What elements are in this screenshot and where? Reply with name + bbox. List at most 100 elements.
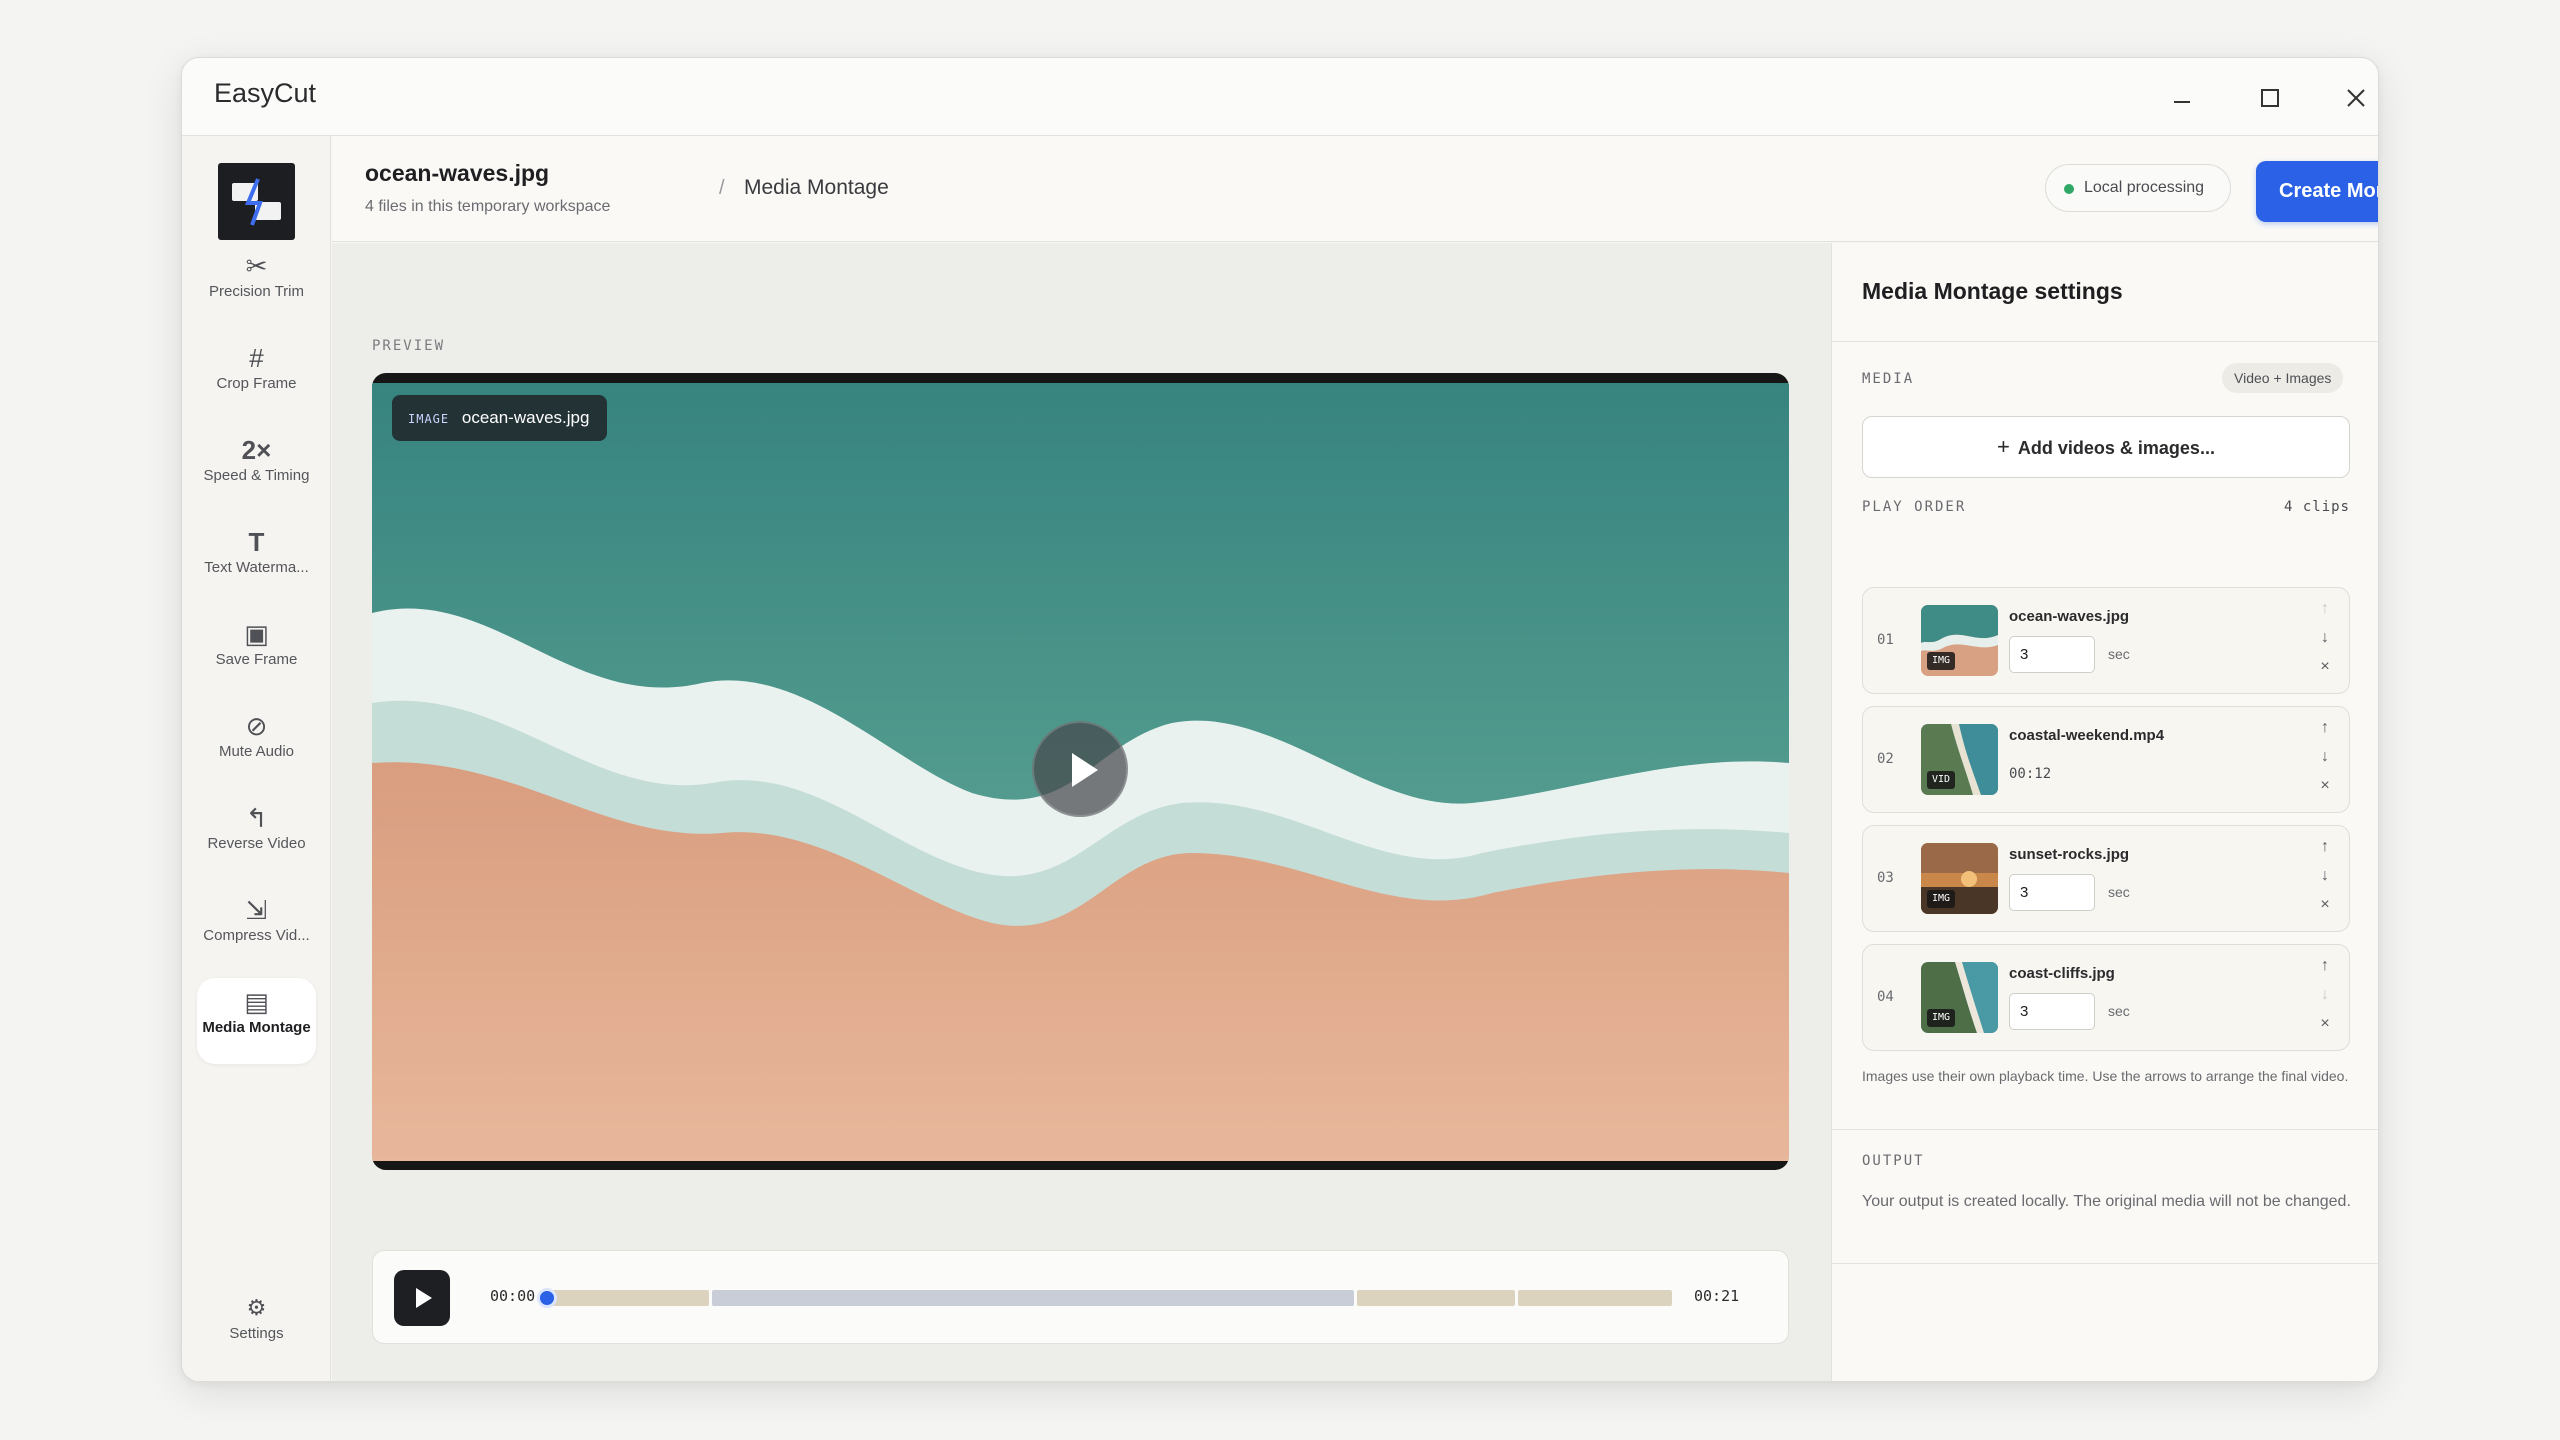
clip-name: coastal-weekend.mp4 [2009,727,2165,744]
clip-kind-badge: VID [1927,771,1956,789]
clip-duration-input[interactable]: 3 [2009,636,2095,673]
timeline-segment-coastal-weekend [712,1290,1354,1306]
clip-kind-badge: IMG [1927,890,1956,908]
tool-label: Speed & Timing [203,467,310,484]
tool-label: Precision Trim [208,283,305,300]
tool-sidebar: ✂ Precision Trim # Crop Frame 2× Speed &… [182,136,331,1381]
tool-speed-timing[interactable]: 2× Speed & Timing [197,426,316,512]
move-up-icon[interactable]: ↑ [2313,838,2337,856]
badge-label: Local processing [2084,179,2205,196]
timeline-track[interactable] [548,1290,1672,1306]
tool-label: Reverse Video [207,835,306,852]
add-media-button[interactable]: + Add videos & images... [1862,416,2350,478]
remove-clip-icon[interactable]: × [2313,896,2337,914]
remove-clip-icon[interactable]: × [2313,777,2337,795]
clip-row: 04 IMG coast-cliffs.jpg 3 sec ↑ ↓ × [1862,944,2350,1051]
montage-icon: ▤ [244,987,269,1017]
create-montage-button[interactable]: Create Montage ↗ [2256,161,2378,222]
tool-label: Mute Audio [218,743,295,760]
clip-number: 03 [1877,870,1894,886]
tool-label: Text Waterma... [204,559,309,576]
clip-number: 04 [1877,989,1894,1005]
play-order-note: Images use their own playback time. Use … [1862,1068,2349,1084]
workspace-header: ocean-waves.jpg 4 files in this temporar… [332,136,2378,242]
clip-thumbnail: VID [1921,724,1998,795]
reverse-icon: ↰ [245,803,268,833]
remove-clip-icon[interactable]: × [2313,658,2337,676]
remove-clip-icon[interactable]: × [2313,1015,2337,1033]
play-order-label: PLAY ORDER [1862,499,1967,515]
close-icon[interactable] [2334,76,2378,120]
timeline-segment-sunset-rocks [1357,1290,1515,1306]
tool-media-montage[interactable]: ▤ Media Montage [197,978,316,1064]
tool-reverse-video[interactable]: ↰ Reverse Video [197,794,316,880]
media-type-pill: Video + Images [2222,363,2344,393]
playback-controls: 00:00 00:21 [372,1250,1789,1344]
panel-title: Media Montage settings [1862,278,2123,304]
clip-row: 01 IMG ocean-waves.jpg 3 sec ↑ ↓ × [1862,587,2350,694]
frame-icon: ▣ [244,619,269,649]
crop-icon: # [249,343,264,373]
clip-kind-badge: IMG [1927,1009,1956,1027]
tool-precision-trim[interactable]: ✂ Precision Trim [197,242,316,328]
move-down-icon[interactable]: ↓ [2313,748,2337,766]
clip-thumbnail: IMG [1921,843,1998,914]
clip-name: sunset-rocks.jpg [2009,846,2130,863]
tool-crop-frame[interactable]: # Crop Frame [197,334,316,420]
play-button[interactable] [394,1270,450,1326]
settings-button[interactable]: ⚙ Settings [197,1284,316,1370]
tool-save-frame[interactable]: ▣ Save Frame [197,610,316,696]
move-down-icon[interactable]: ↓ [2313,629,2337,647]
move-up-icon[interactable]: ↑ [2313,957,2337,975]
tool-text-watermark[interactable]: T Text Waterma... [197,518,316,604]
duration-unit: sec [2108,646,2130,662]
minimize-icon[interactable] [2160,76,2204,120]
total-time: 00:21 [1694,1287,1740,1305]
tool-label: Crop Frame [216,375,297,392]
preview-media-tag: IMAGE ocean-waves.jpg [392,395,608,441]
local-processing-badge: Local processing [2045,164,2231,212]
clip-video-duration: 00:12 [2009,766,2052,782]
preview-area: PREVIEW IMAGE ocean-waves.jpg 00:00 00:2… [332,243,1831,1381]
status-dot-icon [2064,184,2074,194]
output-description: Your output is created locally. The orig… [1862,1193,2351,1210]
timeline-segment-ocean-waves [548,1290,709,1306]
panel-header: Media Montage settings [1832,243,2378,342]
title-bar: EasyCut [182,58,2378,136]
app-title: EasyCut [214,78,317,108]
clip-duration-input[interactable]: 3 [2009,874,2095,911]
clip-row: 02 VID coastal-weekend.mp4 00:12 ↑ ↓ × [1862,706,2350,813]
speed-icon: 2× [241,435,272,465]
current-time: 00:00 [490,1287,536,1305]
maximize-icon[interactable] [2248,76,2292,120]
media-player[interactable]: IMAGE ocean-waves.jpg [372,373,1789,1170]
clip-duration-input[interactable]: 3 [2009,993,2095,1030]
tool-label: Save Frame [215,651,298,668]
clip-number: 01 [1877,632,1894,648]
workspace-summary: 4 files in this temporary workspace [365,198,611,215]
clips-count: 4 clips [2283,499,2350,515]
move-up-icon[interactable]: ↑ [2313,719,2337,737]
play-overlay-icon[interactable] [1032,721,1128,817]
scissors-icon: ✂ [245,251,268,281]
timeline-segment-coast-cliffs [1518,1290,1672,1306]
duration-unit: sec [2108,884,2130,900]
clip-name: coast-cliffs.jpg [2009,965,2115,982]
breadcrumb-current: Media Montage [744,176,889,199]
create-montage-label: Create Montage [2279,180,2378,202]
section-divider [1832,1129,2378,1130]
playhead-handle[interactable] [537,1288,557,1308]
clip-thumbnail: IMG [1921,605,1998,676]
tool-compress-video[interactable]: ⇲ Compress Vid... [197,886,316,972]
clip-row: 03 IMG sunset-rocks.jpg 3 sec ↑ ↓ × [1862,825,2350,932]
move-down-icon[interactable]: ↓ [2313,867,2337,885]
tool-mute-audio[interactable]: ⊘ Mute Audio [197,702,316,788]
clip-name: ocean-waves.jpg [2009,608,2130,625]
output-section-label: OUTPUT [1862,1153,1925,1169]
app-logo [218,163,295,240]
move-up-icon: ↑ [2321,600,2329,617]
breadcrumb-separator: / [719,177,725,199]
preview-media-name: ocean-waves.jpg [461,408,590,427]
clip-kind-badge: IMG [1927,652,1956,670]
plus-icon: + [1997,434,2010,459]
